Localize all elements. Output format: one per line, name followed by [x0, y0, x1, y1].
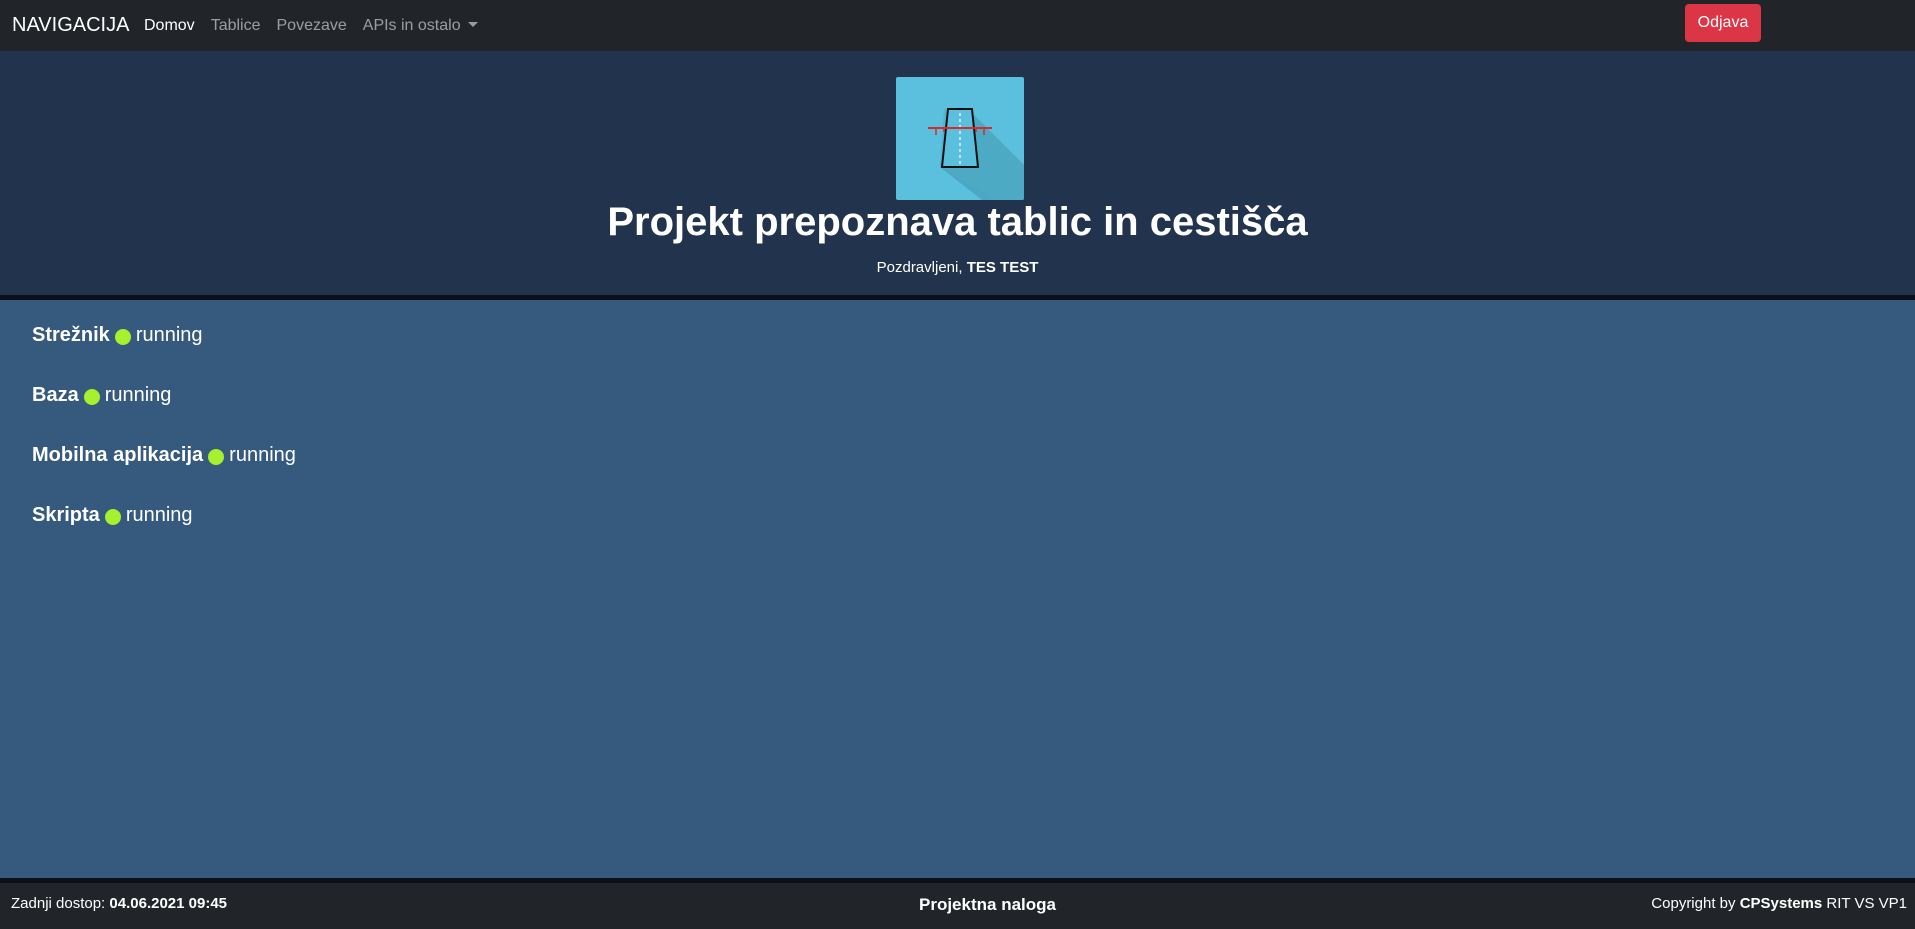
greeting: Pozdravljeni, TES TEST [0, 259, 1915, 276]
hero-divider [0, 295, 1915, 300]
service-name: Baza [32, 384, 79, 406]
copyright-prefix: Copyright by [1651, 895, 1736, 912]
copyright-company: CPSystems [1739, 895, 1823, 912]
greeting-prefix: Pozdravljeni, [876, 259, 963, 276]
service-status: running [135, 324, 203, 346]
copyright: Copyright by CPSystems RIT VS VP1 [1651, 895, 1907, 912]
user-name: TES TEST [966, 259, 1039, 276]
navbar-brand[interactable]: NAVIGACIJA [12, 0, 129, 51]
copyright-suffix: RIT VS VP1 [1826, 895, 1907, 912]
status-indicator-icon [114, 329, 131, 345]
service-status-list: Strežnik running Baza running Mobilna ap… [32, 324, 296, 564]
top-navbar: NAVIGACIJA Domov Tablice Povezave APIs i… [0, 0, 1915, 51]
nav-link-domov[interactable]: Domov [144, 17, 195, 35]
service-status: running [229, 444, 296, 466]
page-title: Projekt prepoznava tablic in cestišča [607, 200, 1308, 244]
highway-road-icon [896, 77, 1024, 200]
service-name: Strežnik [32, 324, 110, 346]
footer-center-text: Projektna naloga [919, 895, 1056, 914]
logout-button[interactable]: Odjava [1685, 4, 1761, 42]
service-status: running [125, 504, 193, 526]
service-status-row: Baza running [32, 384, 296, 444]
service-status-row: Strežnik running [32, 324, 296, 384]
service-name: Mobilna aplikacija [32, 444, 204, 466]
nav-link-tablice[interactable]: Tablice [211, 17, 261, 35]
service-status: running [104, 384, 172, 406]
status-indicator-icon [104, 509, 121, 525]
status-indicator-icon [208, 449, 225, 465]
service-status-row: Mobilna aplikacija running [32, 444, 296, 504]
status-indicator-icon [83, 389, 100, 405]
nav-dropdown-label: APIs in ostalo [362, 16, 461, 34]
nav-dropdown-apis[interactable]: APIs in ostalo [363, 17, 478, 35]
nav-links: Domov Tablice Povezave APIs in ostalo [144, 0, 494, 51]
service-name: Skripta [32, 504, 100, 526]
footer: Zadnji dostop: 04.06.2021 09:45 Projektn… [0, 883, 1915, 929]
caret-down-icon [467, 21, 478, 27]
service-status-row: Skripta running [32, 504, 296, 564]
nav-link-povezave[interactable]: Povezave [277, 17, 347, 35]
